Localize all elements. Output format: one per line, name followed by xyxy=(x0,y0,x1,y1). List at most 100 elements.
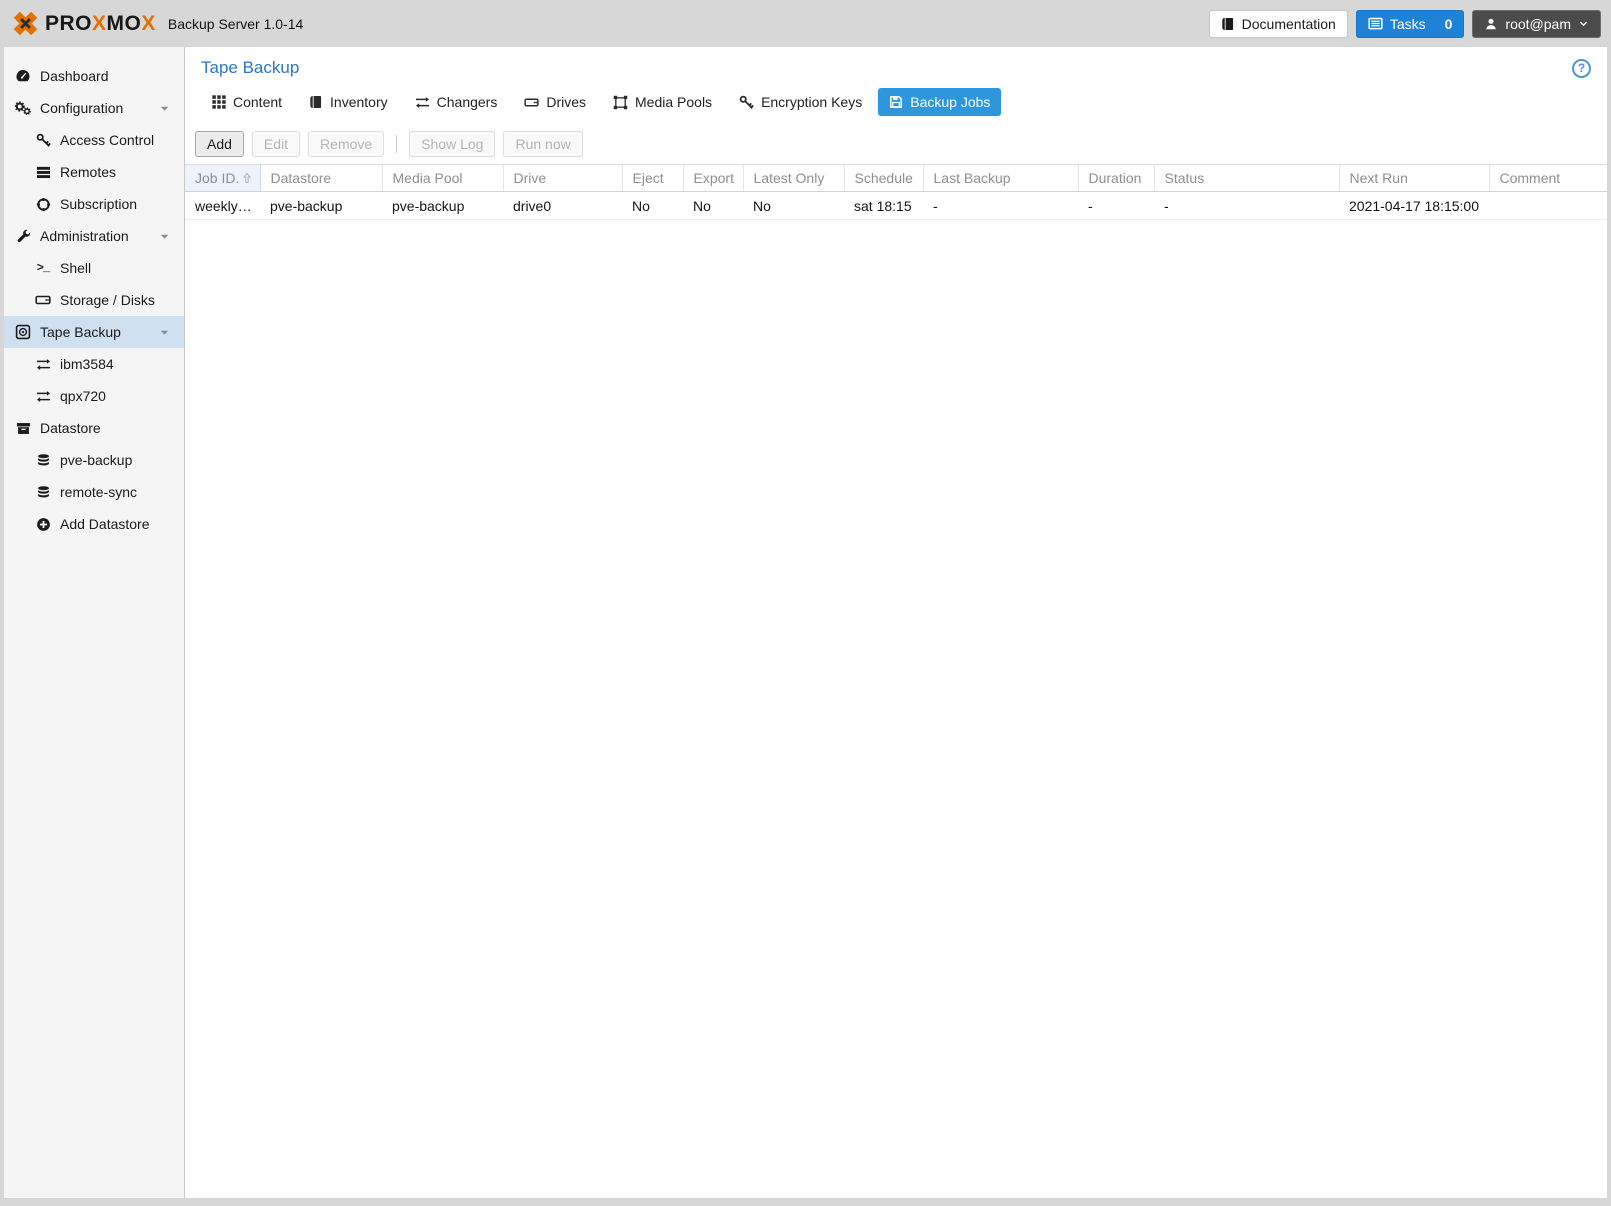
sidebar-item-label: Storage / Disks xyxy=(60,292,155,308)
remove-button[interactable]: Remove xyxy=(308,131,385,157)
sidebar-item-label: Shell xyxy=(60,260,92,276)
column-header-job-id[interactable]: Job ID. xyxy=(185,164,261,192)
tab-label: Encryption Keys xyxy=(761,94,863,110)
column-header-latest-only[interactable]: Latest Only xyxy=(743,164,845,192)
tab-label: Drives xyxy=(546,94,587,110)
sidebar-nav: Dashboard Configuration Access Control R… xyxy=(4,47,185,1198)
user-icon xyxy=(1484,17,1498,31)
sidebar-item-administration[interactable]: Administration xyxy=(4,220,184,252)
main-title-row: Tape Backup ? xyxy=(185,47,1607,78)
tape-icon xyxy=(14,324,32,340)
table-cell-last-backup: - xyxy=(923,191,1078,220)
column-header-comment[interactable]: Comment xyxy=(1489,164,1607,192)
key-icon xyxy=(34,133,52,148)
sidebar-item-shell[interactable]: >_ Shell xyxy=(4,252,184,284)
book-icon xyxy=(1221,17,1235,31)
brand-wordmark: PROXMOX xyxy=(45,11,156,35)
sidebar-item-label: Subscription xyxy=(60,196,138,212)
column-header-export[interactable]: Export xyxy=(683,164,744,192)
tasks-button[interactable]: Tasks 0 xyxy=(1355,9,1465,38)
column-header-status[interactable]: Status xyxy=(1154,164,1340,192)
tab-label: Backup Jobs xyxy=(910,94,991,110)
sidebar-item-label: Configuration xyxy=(40,100,124,116)
collapse-caret-icon[interactable] xyxy=(159,103,170,114)
sidebar-item-label: Add Datastore xyxy=(60,516,150,532)
column-header-schedule[interactable]: Schedule xyxy=(844,164,924,192)
tab-label: Media Pools xyxy=(635,94,713,110)
collapse-caret-icon[interactable] xyxy=(159,327,170,338)
tasks-label: Tasks xyxy=(1389,15,1426,32)
sidebar-item-add-datastore[interactable]: Add Datastore xyxy=(4,508,184,540)
tab-backup-jobs[interactable]: Backup Jobs xyxy=(878,88,1002,116)
column-header-eject[interactable]: Eject xyxy=(622,164,684,192)
sidebar-item-datastore[interactable]: Datastore xyxy=(4,412,184,444)
proxmox-logo: PROXMOX xyxy=(12,10,156,37)
help-button[interactable]: ? xyxy=(1572,58,1591,78)
documentation-label: Documentation xyxy=(1241,15,1336,32)
sidebar-item-storage-disks[interactable]: Storage / Disks xyxy=(4,284,184,316)
table-cell-next-run: 2021-04-17 18:15:00 xyxy=(1339,191,1489,220)
user-menu-button[interactable]: root@pam xyxy=(1472,9,1601,38)
sidebar-item-qpx720[interactable]: qpx720 xyxy=(4,380,184,412)
terminal-icon: >_ xyxy=(36,261,50,275)
tab-bar: Content Inventory Changers Drives Media … xyxy=(201,88,1607,116)
hdd-icon xyxy=(34,292,52,308)
table-row[interactable]: weekly… pve-backup pve-backup drive0 No … xyxy=(185,191,1607,220)
grid-icon xyxy=(212,95,226,109)
documentation-button[interactable]: Documentation xyxy=(1208,9,1348,38)
tab-inventory[interactable]: Inventory xyxy=(298,88,399,116)
column-header-drive[interactable]: Drive xyxy=(503,164,623,192)
support-icon xyxy=(34,197,52,212)
header-actions: Documentation Tasks 0 root@pam xyxy=(1208,9,1601,38)
tab-media-pools[interactable]: Media Pools xyxy=(602,88,723,116)
sidebar-item-label: pve-backup xyxy=(60,452,133,468)
sidebar-item-dashboard[interactable]: Dashboard xyxy=(4,60,184,92)
column-header-duration[interactable]: Duration xyxy=(1078,164,1155,192)
table-cell-eject: No xyxy=(622,191,683,220)
backup-jobs-table: Job ID. Datastore Media Pool Drive Eject… xyxy=(185,164,1607,220)
table-cell-datastore: pve-backup xyxy=(260,191,382,220)
edit-button[interactable]: Edit xyxy=(251,131,301,157)
gears-icon xyxy=(14,100,32,116)
table-cell-job-id: weekly… xyxy=(185,191,260,220)
proxmox-x-logo-icon xyxy=(12,10,39,37)
sidebar-item-pve-backup[interactable]: pve-backup xyxy=(4,444,184,476)
table-cell-latest-only: No xyxy=(743,191,844,220)
sidebar-item-label: remote-sync xyxy=(60,484,138,500)
tab-changers[interactable]: Changers xyxy=(404,88,509,116)
tasks-count-badge: 0 xyxy=(1444,15,1453,32)
exchange-icon xyxy=(34,357,52,372)
table-cell-export: No xyxy=(683,191,743,220)
archive-icon xyxy=(14,421,32,436)
tab-content[interactable]: Content xyxy=(201,88,293,116)
column-header-datastore[interactable]: Datastore xyxy=(260,164,383,192)
sidebar-item-label: Dashboard xyxy=(40,68,109,84)
column-header-last-backup[interactable]: Last Backup xyxy=(923,164,1079,192)
sidebar-item-label: Access Control xyxy=(60,132,155,148)
proxmox-backup-app: PROXMOX Backup Server 1.0-14 Documentati… xyxy=(0,0,1611,1206)
tab-encryption-keys[interactable]: Encryption Keys xyxy=(728,88,873,116)
gauge-icon xyxy=(14,68,32,84)
table-header-row: Job ID. Datastore Media Pool Drive Eject… xyxy=(185,164,1607,192)
sidebar-item-subscription[interactable]: Subscription xyxy=(4,188,184,220)
database-icon xyxy=(34,453,52,468)
sidebar-item-tape-backup[interactable]: Tape Backup xyxy=(4,316,184,348)
show-log-button[interactable]: Show Log xyxy=(409,131,496,157)
chevron-down-icon xyxy=(1578,18,1589,29)
sidebar-item-remote-sync[interactable]: remote-sync xyxy=(4,476,184,508)
add-button[interactable]: Add xyxy=(195,131,244,157)
tab-drives[interactable]: Drives xyxy=(513,88,597,116)
key-icon xyxy=(739,95,754,110)
rows-icon xyxy=(34,165,52,180)
column-header-media-pool[interactable]: Media Pool xyxy=(382,164,504,192)
app-version-subtitle: Backup Server 1.0-14 xyxy=(167,15,304,32)
sidebar-item-ibm3584[interactable]: ibm3584 xyxy=(4,348,184,380)
table-cell-status: - xyxy=(1154,191,1339,220)
hdd-icon xyxy=(524,95,539,110)
sidebar-item-configuration[interactable]: Configuration xyxy=(4,92,184,124)
collapse-caret-icon[interactable] xyxy=(159,231,170,242)
column-header-next-run[interactable]: Next Run xyxy=(1339,164,1490,192)
run-now-button[interactable]: Run now xyxy=(503,131,583,157)
sidebar-item-remotes[interactable]: Remotes xyxy=(4,156,184,188)
sidebar-item-access-control[interactable]: Access Control xyxy=(4,124,184,156)
